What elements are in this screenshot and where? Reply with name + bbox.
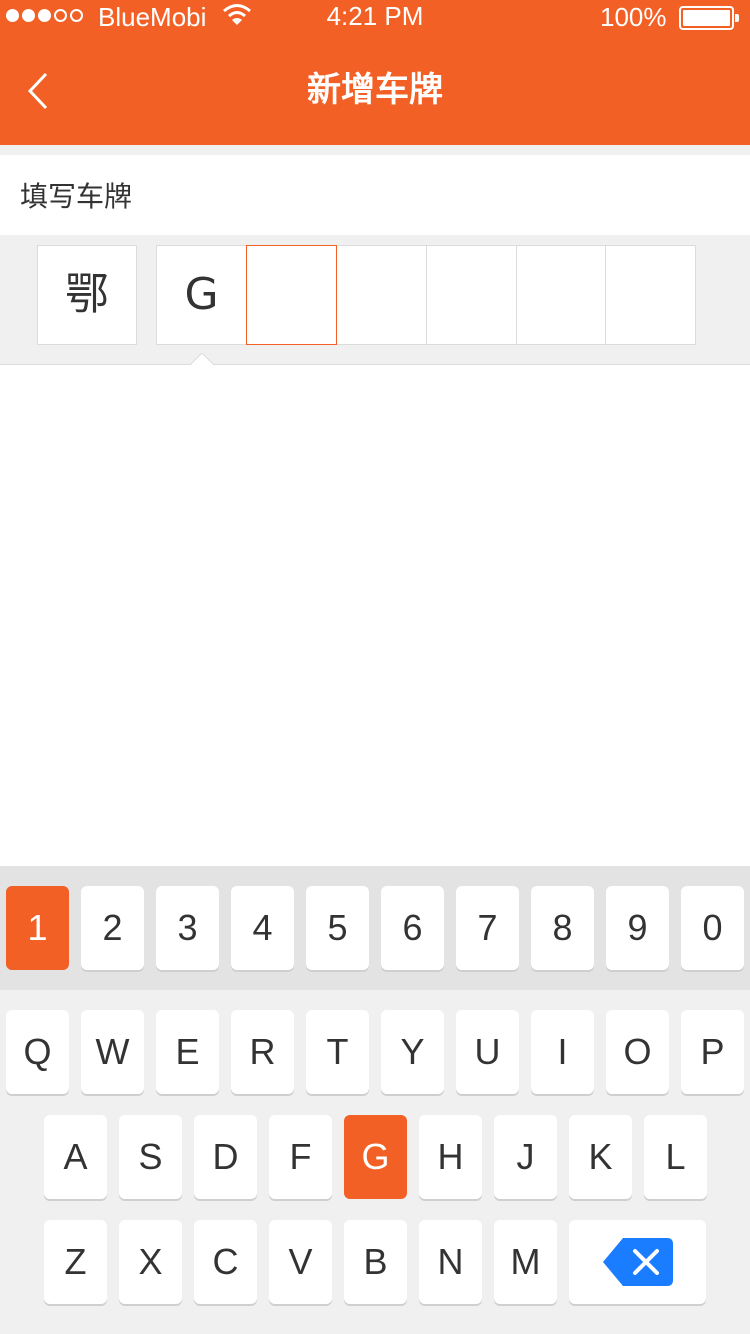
status-bar: BlueMobi 4:21 PM 100%: [0, 0, 750, 34]
key-3[interactable]: 3: [156, 886, 219, 970]
plate-char-box[interactable]: [605, 245, 696, 345]
key-9[interactable]: 9: [606, 886, 669, 970]
key-g[interactable]: G: [344, 1115, 407, 1199]
plate-province-box[interactable]: 鄂: [37, 245, 137, 345]
key-l[interactable]: L: [644, 1115, 707, 1199]
key-4[interactable]: 4: [231, 886, 294, 970]
key-p[interactable]: P: [681, 1010, 744, 1094]
key-s[interactable]: S: [119, 1115, 182, 1199]
plate-char-box-active[interactable]: [246, 245, 337, 345]
key-o[interactable]: O: [606, 1010, 669, 1094]
key-8[interactable]: 8: [531, 886, 594, 970]
key-f[interactable]: F: [269, 1115, 332, 1199]
key-t[interactable]: T: [306, 1010, 369, 1094]
nav-header: BlueMobi 4:21 PM 100% 新增车牌: [0, 0, 750, 145]
key-c[interactable]: C: [194, 1220, 257, 1304]
key-2[interactable]: 2: [81, 886, 144, 970]
key-q[interactable]: Q: [6, 1010, 69, 1094]
key-j[interactable]: J: [494, 1115, 557, 1199]
key-d[interactable]: D: [194, 1115, 257, 1199]
key-z[interactable]: Z: [44, 1220, 107, 1304]
plate-section-label: 填写车牌: [0, 155, 750, 235]
key-w[interactable]: W: [81, 1010, 144, 1094]
key-m[interactable]: M: [494, 1220, 557, 1304]
battery-icon: [679, 6, 739, 30]
number-row: 1 2 3 4 5 6 7 8 9 0: [0, 866, 750, 990]
key-e[interactable]: E: [156, 1010, 219, 1094]
key-r[interactable]: R: [231, 1010, 294, 1094]
plate-char-box[interactable]: G: [156, 245, 247, 345]
plate-keyboard: 1 2 3 4 5 6 7 8 9 0 Q W E R T Y U I O P …: [0, 866, 750, 1334]
plate-char-box[interactable]: [516, 245, 607, 345]
backspace-icon: [603, 1238, 673, 1286]
key-n[interactable]: N: [419, 1220, 482, 1304]
plate-char-box[interactable]: [336, 245, 427, 345]
section-divider: [0, 145, 750, 155]
key-x[interactable]: X: [119, 1220, 182, 1304]
delete-key[interactable]: [569, 1220, 706, 1304]
key-k[interactable]: K: [569, 1115, 632, 1199]
key-y[interactable]: Y: [381, 1010, 444, 1094]
key-0[interactable]: 0: [681, 886, 744, 970]
key-1[interactable]: 1: [6, 886, 69, 970]
key-b[interactable]: B: [344, 1220, 407, 1304]
key-v[interactable]: V: [269, 1220, 332, 1304]
plate-input-area: 鄂 G: [0, 235, 750, 365]
key-5[interactable]: 5: [306, 886, 369, 970]
plate-char-box[interactable]: [426, 245, 517, 345]
pointer-caret: [190, 353, 214, 365]
key-7[interactable]: 7: [456, 886, 519, 970]
key-u[interactable]: U: [456, 1010, 519, 1094]
key-i[interactable]: I: [531, 1010, 594, 1094]
key-h[interactable]: H: [419, 1115, 482, 1199]
battery-percent: 100%: [600, 2, 667, 32]
key-a[interactable]: A: [44, 1115, 107, 1199]
key-6[interactable]: 6: [381, 886, 444, 970]
page-title: 新增车牌: [307, 70, 443, 110]
